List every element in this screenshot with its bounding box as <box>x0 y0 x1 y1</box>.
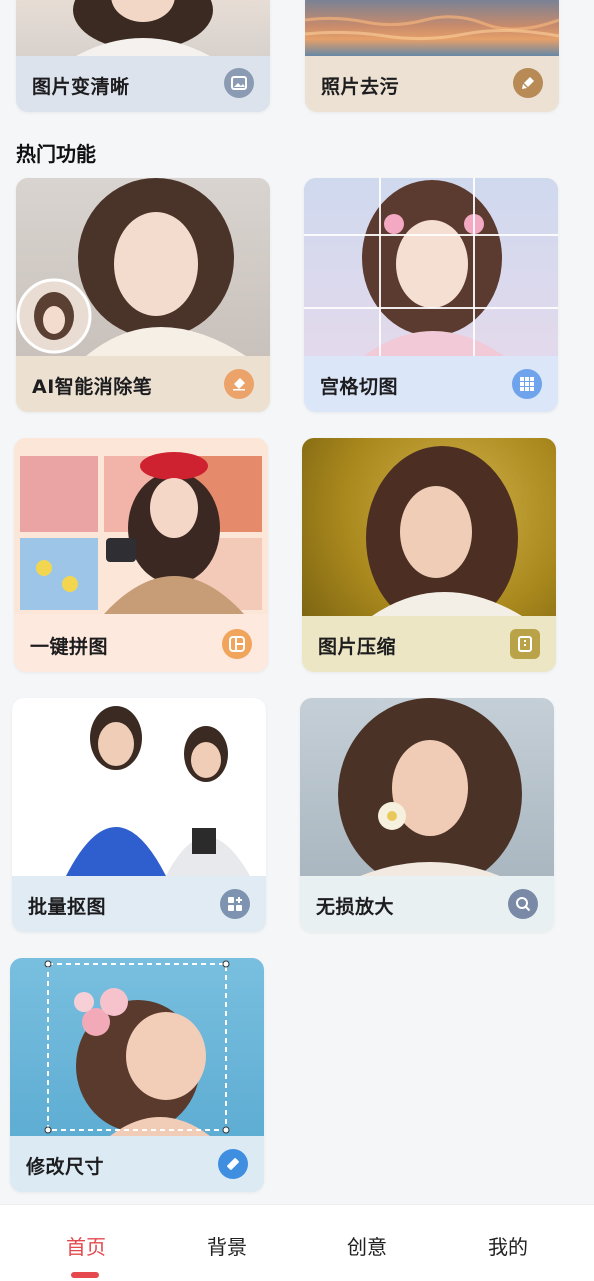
batch-cutout-thumbnail <box>12 698 266 876</box>
feature-card-batch-cutout[interactable]: 批量抠图 <box>12 698 266 932</box>
upscale-label: 无损放大 <box>316 896 395 918</box>
ruler-icon <box>218 1149 248 1179</box>
batch-cutout-icon <box>220 889 250 919</box>
feature-card-enhance[interactable]: 图片变清晰 <box>16 0 270 112</box>
grid-cut-label: 宫格切图 <box>320 376 399 398</box>
image-icon <box>224 68 254 98</box>
brush-icon <box>513 68 543 98</box>
tab-mine[interactable]: 我的 <box>434 1231 582 1260</box>
tab-background[interactable]: 背景 <box>153 1231 301 1260</box>
section-title: 热门功能 <box>16 142 96 166</box>
bottom-tab-bar: 首页 背景 创意 我的 <box>0 1204 594 1281</box>
stain-removal-label: 照片去污 <box>321 76 400 98</box>
collage-thumbnail <box>14 438 268 614</box>
feature-card-collage[interactable]: 一键拼图 <box>14 438 268 672</box>
batch-cutout-label: 批量抠图 <box>28 896 107 918</box>
magnify-icon <box>508 889 538 919</box>
feature-card-grid-cut[interactable]: 宫格切图 <box>304 178 558 412</box>
tab-creative[interactable]: 创意 <box>293 1231 441 1260</box>
eraser-icon <box>224 369 254 399</box>
stain-removal-thumbnail <box>305 0 559 56</box>
upscale-thumbnail <box>300 698 554 876</box>
enhance-label: 图片变清晰 <box>32 76 130 98</box>
compress-icon <box>510 629 540 659</box>
collage-icon <box>222 629 252 659</box>
grid-cut-thumbnail <box>304 178 558 356</box>
tab-home[interactable]: 首页 <box>12 1231 160 1260</box>
feature-card-resize[interactable]: 修改尺寸 <box>10 958 264 1192</box>
feature-card-ai-eraser[interactable]: AI智能消除笔 <box>16 178 270 412</box>
resize-label: 修改尺寸 <box>26 1156 105 1178</box>
active-tab-indicator <box>71 1272 99 1278</box>
compress-label: 图片压缩 <box>318 636 397 658</box>
enhance-thumbnail <box>16 0 270 56</box>
feature-card-upscale[interactable]: 无损放大 <box>300 698 554 932</box>
grid-icon <box>512 369 542 399</box>
compress-thumbnail <box>302 438 556 616</box>
collage-label: 一键拼图 <box>30 636 109 658</box>
feature-card-compress[interactable]: 图片压缩 <box>302 438 556 672</box>
feature-card-stain-removal[interactable]: 照片去污 <box>305 0 559 112</box>
ai-eraser-label: AI智能消除笔 <box>32 376 153 398</box>
resize-thumbnail <box>10 958 264 1136</box>
ai-eraser-thumbnail <box>16 178 270 356</box>
